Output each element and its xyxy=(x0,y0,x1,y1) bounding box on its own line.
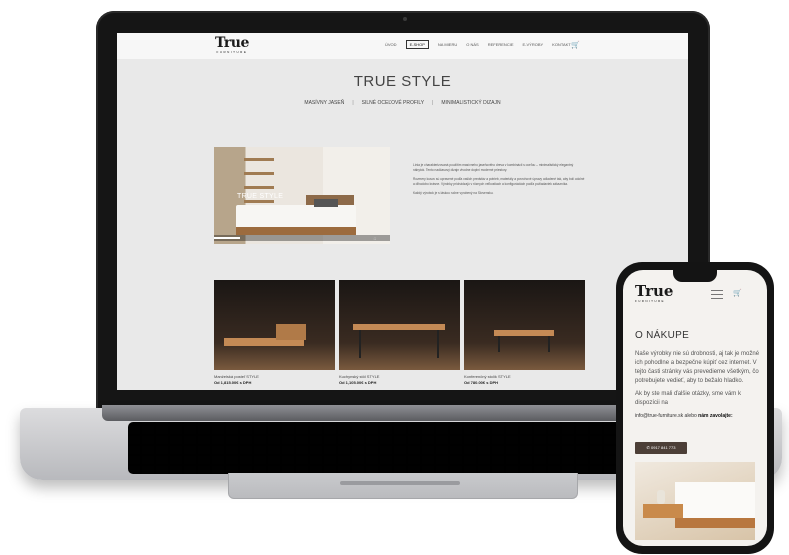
fullscreen-icon[interactable]: ⛶ xyxy=(374,237,376,241)
product-name[interactable]: Manželská posteľ STYLE xyxy=(214,374,335,379)
description-paragraph: Rozmery kusov sú upravené podľa vašich p… xyxy=(413,177,585,186)
product-name[interactable]: Konferenčný stolík STYLE xyxy=(464,374,585,379)
devices-mockup: True FURNITURE ÚVOD E-SHOP NA MIERU O NÁ… xyxy=(0,0,789,555)
video-player[interactable]: TRUE STYLE ⛶ xyxy=(214,147,390,244)
laptop-screen: True FURNITURE ÚVOD E-SHOP NA MIERU O NÁ… xyxy=(117,33,688,390)
phone-product-image xyxy=(635,462,755,540)
description-paragraph: Línia je charakterizovaná použitím masív… xyxy=(413,163,574,172)
menu-item-kontakt[interactable]: KONTAKT xyxy=(552,42,571,49)
cart-icon[interactable]: 🛒 xyxy=(571,41,580,49)
description: Línia je charakterizovaná použitím masív… xyxy=(413,163,585,200)
feature-item: MINIMALISTICKÝ DIZAJN xyxy=(441,100,501,106)
feature-item: MASÍVNY JASEŇ xyxy=(304,100,345,106)
separator: | xyxy=(352,100,354,106)
phone-notch xyxy=(673,270,717,282)
laptop-keyboard[interactable] xyxy=(128,422,680,474)
phone-paragraph: Ak by ste mali ďalšie otázky, sme vám k … xyxy=(635,391,741,406)
table-leg xyxy=(498,336,500,352)
product-name[interactable]: Kuchynský stôl STYLE xyxy=(339,374,460,379)
coffee-table-top-shape xyxy=(494,330,554,336)
video-caption: TRUE STYLE xyxy=(237,193,284,200)
menu-item-na-mieru[interactable]: NA MIERU xyxy=(438,42,457,49)
phone-screen: True FURNITURE 🛒 O NÁKUPE Naše výrobky n… xyxy=(623,270,767,546)
nightstand-shape xyxy=(643,504,683,518)
logo-sub: FURNITURE xyxy=(216,50,248,54)
bed-wood-shape xyxy=(675,518,755,528)
product-card[interactable]: Manželská posteľ STYLE Od 1,815.00€ s DP… xyxy=(214,280,335,385)
separator: | xyxy=(432,100,434,106)
phone-paragraph: Naše výrobky nie sú drobnosti, aj tak je… xyxy=(635,351,760,384)
product-image-coffee-table[interactable] xyxy=(464,280,585,370)
page-title: TRUE STYLE xyxy=(353,73,452,90)
vase-shape xyxy=(657,490,665,504)
phone-body-text: Naše výrobky nie sú drobnosti, aj tak je… xyxy=(635,350,761,425)
product-image-table[interactable] xyxy=(339,280,460,370)
table-leg xyxy=(359,330,361,358)
description-paragraph: Každý výrobok je s láskou ručne vyrobený… xyxy=(413,191,494,195)
phone-site-logo[interactable]: True FURNITURE xyxy=(635,282,674,304)
feature-subnav: MASÍVNY JASEŇ | SILNÉ OCEĽOVÉ PROFILY | … xyxy=(117,100,688,106)
product-price: Od 1,815.00€ s DPH xyxy=(214,380,252,385)
video-pillow xyxy=(314,199,338,207)
laptop-camera xyxy=(403,17,407,21)
product-card[interactable]: Kuchynský stôl STYLE Od 1,105.00€ s DPH xyxy=(339,280,460,385)
hamburger-menu-icon[interactable] xyxy=(711,290,723,299)
video-progress-fill xyxy=(214,237,241,239)
laptop-trackpad[interactable] xyxy=(228,473,578,499)
table-leg xyxy=(437,330,439,358)
phone-logo-main: True xyxy=(635,282,674,300)
table-leg xyxy=(548,336,550,352)
feature-item: SILNÉ OCEĽOVÉ PROFILY xyxy=(361,100,425,106)
phone-page-title: O NÁKUPE xyxy=(635,330,690,341)
menu-item-referencie[interactable]: REFERENCIE xyxy=(488,42,514,49)
logo-main: True xyxy=(215,35,249,51)
laptop-lip xyxy=(340,481,460,485)
call-us-label: nám zavolajte: xyxy=(698,413,733,419)
site-nav: True FURNITURE ÚVOD E-SHOP NA MIERU O NÁ… xyxy=(117,33,688,59)
product-grid: Manželská posteľ STYLE Od 1,815.00€ s DP… xyxy=(214,280,585,385)
product-price: Od 1,105.00€ s DPH xyxy=(339,380,377,385)
menu-item-e-vyroby[interactable]: E-VÝROBY xyxy=(522,42,543,49)
video-bed-frame xyxy=(236,227,356,235)
bed-sheet-shape xyxy=(675,482,755,522)
phone-contact-line: info@true-furniture.sk alebo nám zavolaj… xyxy=(635,412,761,421)
hero: TRUE STYLE MASÍVNY JASEŇ | SILNÉ OCEĽOVÉ… xyxy=(117,59,688,106)
product-price: Od 780.00€ s DPH xyxy=(464,380,499,385)
video-progress-bar[interactable] xyxy=(214,235,390,241)
cart-icon[interactable]: 🛒 xyxy=(733,289,742,297)
menu-item-o-nas[interactable]: O NÁS xyxy=(466,42,478,49)
product-card[interactable]: Konferenčný stolík STYLE Od 780.00€ s DP… xyxy=(464,280,585,385)
site-logo[interactable]: True FURNITURE xyxy=(215,36,249,54)
email-link[interactable]: info@true-furniture.sk alebo xyxy=(635,413,698,419)
main-menu: ÚVOD E-SHOP NA MIERU O NÁS REFERENCIE E-… xyxy=(385,40,571,49)
table-top-shape xyxy=(353,324,445,330)
bed-headboard-shape xyxy=(276,324,306,340)
menu-item-eshop[interactable]: E-SHOP xyxy=(405,40,429,49)
menu-item-uvod[interactable]: ÚVOD xyxy=(385,42,397,49)
product-image-bed[interactable] xyxy=(214,280,335,370)
call-button[interactable]: ✆ 0917 841 773 xyxy=(635,442,687,454)
